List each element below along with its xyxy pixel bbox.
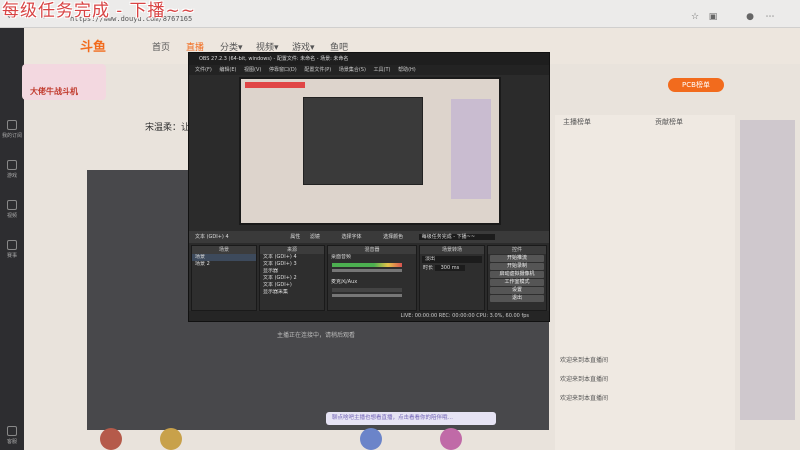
- rail-events[interactable]: 赛事: [0, 240, 24, 259]
- mixer-track-label: 麦克风/Aux: [331, 279, 358, 285]
- transition-select[interactable]: 淡出: [422, 256, 482, 263]
- profile-icon[interactable]: ●: [745, 12, 755, 22]
- audio-mixer-dock: 混音器 桌面音频 麦克风/Aux: [327, 245, 417, 311]
- chat-line: 欢迎来到本直播间: [560, 357, 609, 364]
- source-item[interactable]: 显示器采集: [260, 289, 324, 296]
- scene-item[interactable]: 场景: [192, 254, 256, 261]
- audio-meter: [332, 288, 402, 292]
- virtual-camera-button[interactable]: 启动虚拟摄像机: [490, 271, 544, 278]
- audio-meter: [332, 263, 402, 267]
- tab-streamer-rank[interactable]: 主播榜单: [563, 117, 591, 127]
- scenes-dock: 场景 场景 场景 2: [191, 245, 257, 311]
- heart-icon: [7, 120, 17, 130]
- video-icon: [7, 200, 17, 210]
- menu-help[interactable]: 帮助(H): [398, 67, 416, 73]
- start-streaming-button[interactable]: 开始推流: [490, 255, 544, 262]
- obs-status-bar: LIVE: 00:00:00 REC: 00:00:00 CPU: 3.0%, …: [189, 311, 549, 321]
- preview-text-source: [245, 82, 305, 88]
- rail-video[interactable]: 视频: [0, 200, 24, 219]
- obs-source-toolbar: 文本 (GDI+) 4 属性 滤镜 选择字体 选择颜色 每级任务完成 - 下播~…: [189, 231, 549, 243]
- preview-side-panel: [451, 99, 491, 199]
- rail-support[interactable]: 客服: [0, 426, 24, 445]
- toolbar-source-name: 文本 (GDI+) 4: [195, 234, 229, 240]
- transitions-dock: 场景转场 淡出 时长 300 ms: [419, 245, 485, 311]
- extensions-icon[interactable]: ▣: [708, 12, 718, 22]
- mixer-track-label: 桌面音频: [331, 254, 352, 260]
- gamepad-icon: [7, 160, 17, 170]
- left-rail: 我的订阅 游戏 视频 赛事 客服: [0, 28, 24, 450]
- star-icon[interactable]: ☆: [690, 12, 700, 22]
- duration-field[interactable]: 300 ms: [434, 265, 466, 271]
- start-recording-button[interactable]: 开始录制: [490, 263, 544, 270]
- source-item[interactable]: 显示器: [260, 268, 324, 275]
- text-value-field[interactable]: 每级任务完成 - 下播~~: [418, 234, 496, 240]
- rank-button[interactable]: PCB榜单: [668, 78, 724, 92]
- chat-line: 欢迎来到本直播间: [560, 376, 609, 383]
- stream-notice: 主播正在连接中，请稍后观看: [277, 332, 356, 339]
- menu-edit[interactable]: 编辑(E): [219, 67, 236, 73]
- font-button[interactable]: 选择字体: [341, 234, 361, 240]
- menu-tools[interactable]: 工具(T): [374, 67, 391, 73]
- support-icon: [7, 426, 17, 436]
- gift-icon[interactable]: [100, 428, 122, 450]
- obs-title-bar: OBS 27.2.3 (64-bit, windows) - 配置文件: 未命名…: [189, 53, 549, 65]
- overlay-title: 每级任务完成 - 下播~~: [2, 1, 197, 21]
- volume-slider[interactable]: [332, 269, 402, 272]
- filters-button[interactable]: 滤镜: [310, 234, 320, 240]
- douyu-logo[interactable]: 斗鱼: [80, 36, 136, 58]
- streamer-avatar-badge: 大佬牛战斗机: [22, 64, 106, 100]
- gift-icon[interactable]: [440, 428, 462, 450]
- promo-column: [740, 120, 795, 420]
- gift-icon[interactable]: [360, 428, 382, 450]
- source-item[interactable]: 文本 (GDI+) 4: [260, 254, 324, 261]
- gift-icon[interactable]: [160, 428, 182, 450]
- obs-preview-canvas[interactable]: [241, 79, 499, 223]
- obs-window: OBS 27.2.3 (64-bit, windows) - 配置文件: 未命名…: [188, 52, 550, 322]
- tab-contribution-rank[interactable]: 贡献榜单: [655, 117, 683, 127]
- rail-games[interactable]: 游戏: [0, 160, 24, 179]
- chat-line: 欢迎来到本直播间: [560, 395, 609, 402]
- rail-subscriptions[interactable]: 我的订阅: [0, 120, 24, 139]
- nav-home[interactable]: 首页: [152, 40, 170, 53]
- volume-slider[interactable]: [332, 294, 402, 297]
- menu-profile[interactable]: 配置文件(P): [304, 67, 331, 73]
- sources-dock: 来源 文本 (GDI+) 4 文本 (GDI+) 3 显示器 文本 (GDI+)…: [259, 245, 325, 311]
- menu-view[interactable]: 视图(V): [244, 67, 261, 73]
- menu-docks[interactable]: 停靠窗口(D): [269, 67, 297, 73]
- studio-mode-button[interactable]: 工作室模式: [490, 279, 544, 286]
- preview-nested-capture: [303, 97, 423, 185]
- obs-menu-bar: 文件(F) 编辑(E) 视图(V) 停靠窗口(D) 配置文件(P) 场景集合(S…: [189, 65, 549, 75]
- color-button[interactable]: 选择颜色: [383, 234, 403, 240]
- properties-button[interactable]: 属性: [290, 234, 300, 240]
- menu-file[interactable]: 文件(F): [195, 67, 212, 73]
- source-item[interactable]: 文本 (GDI+): [260, 282, 324, 289]
- exit-button[interactable]: 退出: [490, 295, 544, 302]
- menu-scene-collection[interactable]: 场景集合(S): [339, 67, 366, 73]
- controls-dock: 控件 开始推流 开始录制 启动虚拟摄像机 工作室模式 设置 退出: [487, 245, 547, 311]
- duration-label: 时长: [423, 265, 434, 271]
- scene-item[interactable]: 场景 2: [192, 261, 256, 268]
- trophy-icon: [7, 240, 17, 250]
- source-item[interactable]: 文本 (GDI+) 2: [260, 275, 324, 282]
- settings-icon[interactable]: ⋯: [765, 12, 775, 22]
- streamer-name: 宋温柔：让: [145, 123, 191, 133]
- chat-input[interactable]: 聊点啥吧主播也想看直播，点击看看你的陪伴哦…: [326, 412, 496, 425]
- settings-button[interactable]: 设置: [490, 287, 544, 294]
- source-item[interactable]: 文本 (GDI+) 3: [260, 261, 324, 268]
